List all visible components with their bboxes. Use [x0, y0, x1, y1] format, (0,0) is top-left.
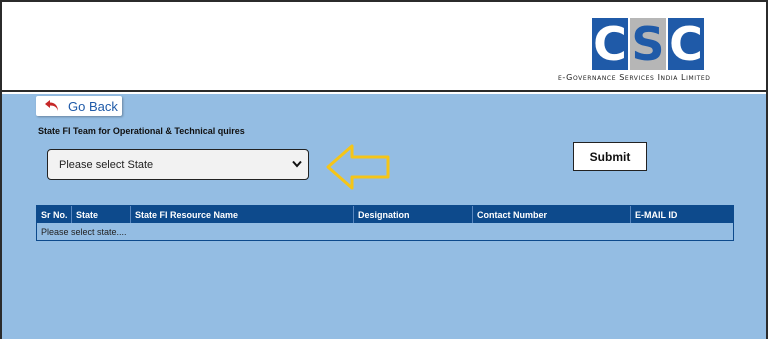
csc-logo: C S C [592, 18, 712, 76]
fi-team-table: Sr No. State State FI Resource Name Desi… [36, 205, 734, 241]
column-header-email: E-MAIL ID [635, 209, 678, 220]
section-title: State FI Team for Operational & Technica… [38, 126, 245, 136]
left-arrow-icon [326, 144, 390, 190]
column-header-state: State [72, 206, 131, 223]
back-arrow-icon [45, 100, 58, 111]
main-content: Go Back State FI Team for Operational & … [2, 94, 766, 339]
column-header-resource-name: State FI Resource Name [131, 206, 354, 223]
submit-button[interactable]: Submit [573, 142, 647, 171]
site-header: C S C e-Governance Services India Limite… [2, 2, 766, 92]
state-select[interactable]: Please select State [47, 149, 309, 180]
company-tagline: e-Governance Services India Limited [558, 73, 711, 82]
column-header-contact-number: Contact Number [473, 206, 631, 223]
chevron-down-icon [292, 160, 302, 168]
logo-letter-s: S [630, 17, 666, 71]
column-header-designation: Designation [354, 206, 473, 223]
column-header-sr-no: Sr No. [37, 206, 72, 223]
logo-letter-c: C [592, 17, 628, 71]
logo-letter-c-second: C [668, 17, 704, 71]
table-empty-row: Please select state.... [41, 226, 127, 237]
table-header: Sr No. State State FI Resource Name Desi… [37, 206, 733, 223]
state-select-value: Please select State [59, 158, 154, 171]
go-back-button[interactable]: Go Back [36, 96, 122, 116]
go-back-label: Go Back [68, 98, 118, 114]
